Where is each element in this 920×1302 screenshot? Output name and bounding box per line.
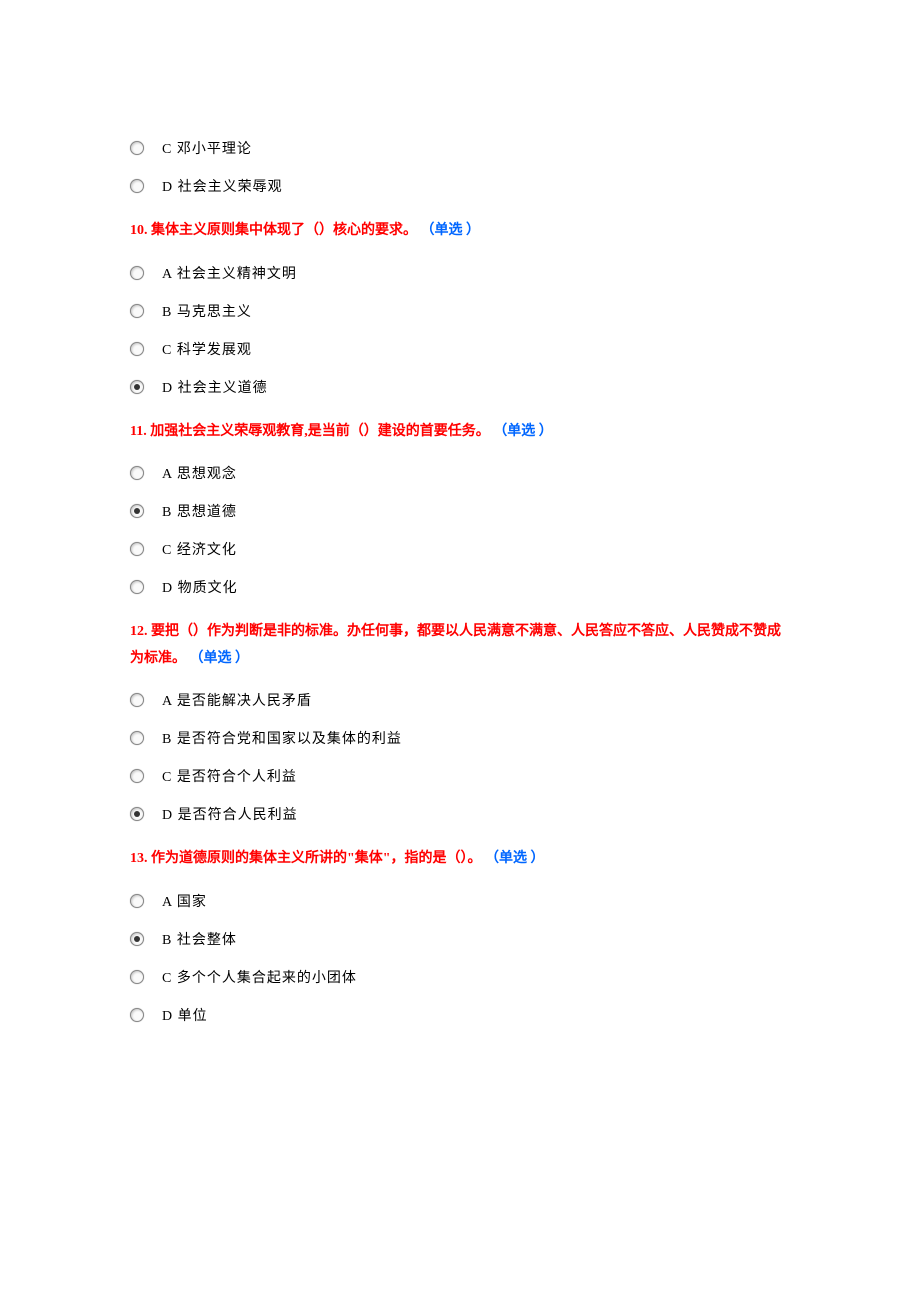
question-10: 10. 集体主义原则集中体现了（）核心的要求。 （单选 ）	[130, 218, 790, 245]
option-text: A 思想观念	[162, 463, 237, 483]
question-type: （单选 ）	[485, 851, 545, 866]
question-text: 作为道德原则的集体主义所讲的"集体"，指的是（）。	[151, 851, 482, 866]
question-type: （单选 ）	[421, 223, 481, 238]
question-number: 10.	[130, 223, 148, 238]
radio-icon[interactable]	[130, 504, 144, 518]
option-text: B 马克思主义	[162, 301, 252, 321]
option-text: A 是否能解决人民矛盾	[162, 690, 312, 710]
option-row: C 经济文化	[130, 539, 790, 559]
option-row: B 马克思主义	[130, 301, 790, 321]
question-text: 集体主义原则集中体现了（）核心的要求。	[151, 223, 417, 238]
option-text: D 物质文化	[162, 577, 238, 597]
radio-icon[interactable]	[130, 894, 144, 908]
radio-icon[interactable]	[130, 769, 144, 783]
radio-icon[interactable]	[130, 693, 144, 707]
radio-icon[interactable]	[130, 466, 144, 480]
question-type: （单选 ）	[493, 424, 553, 439]
option-row: B 是否符合党和国家以及集体的利益	[130, 728, 790, 748]
option-row: B 社会整体	[130, 929, 790, 949]
radio-icon[interactable]	[130, 179, 144, 193]
option-text: C 经济文化	[162, 539, 237, 559]
option-row: A 社会主义精神文明	[130, 263, 790, 283]
question-11: 11. 加强社会主义荣辱观教育,是当前（）建设的首要任务。 （单选 ）	[130, 419, 790, 446]
radio-icon[interactable]	[130, 266, 144, 280]
radio-icon[interactable]	[130, 807, 144, 821]
option-row: C 是否符合个人利益	[130, 766, 790, 786]
option-row: A 国家	[130, 891, 790, 911]
option-text: C 邓小平理论	[162, 138, 252, 158]
option-text: B 是否符合党和国家以及集体的利益	[162, 728, 402, 748]
option-text: A 国家	[162, 891, 207, 911]
question-number: 13.	[130, 851, 148, 866]
option-text: C 是否符合个人利益	[162, 766, 297, 786]
radio-icon[interactable]	[130, 731, 144, 745]
option-text: D 单位	[162, 1005, 208, 1025]
radio-icon[interactable]	[130, 1008, 144, 1022]
option-text: A 社会主义精神文明	[162, 263, 297, 283]
option-text: C 多个个人集合起来的小团体	[162, 967, 357, 987]
radio-icon[interactable]	[130, 304, 144, 318]
option-row: D 社会主义道德	[130, 377, 790, 397]
radio-icon[interactable]	[130, 970, 144, 984]
option-text: B 社会整体	[162, 929, 237, 949]
radio-icon[interactable]	[130, 542, 144, 556]
radio-icon[interactable]	[130, 932, 144, 946]
option-text: D 社会主义荣辱观	[162, 176, 283, 196]
option-row: D 物质文化	[130, 577, 790, 597]
page-content: C 邓小平理论 D 社会主义荣辱观 10. 集体主义原则集中体现了（）核心的要求…	[0, 0, 920, 1103]
option-row: A 是否能解决人民矛盾	[130, 690, 790, 710]
option-text: C 科学发展观	[162, 339, 252, 359]
radio-icon[interactable]	[130, 580, 144, 594]
option-row: D 单位	[130, 1005, 790, 1025]
radio-icon[interactable]	[130, 342, 144, 356]
question-12: 12. 要把（）作为判断是非的标准。办任何事，都要以人民满意不满意、人民答应不答…	[130, 619, 790, 672]
option-row: A 思想观念	[130, 463, 790, 483]
option-row: B 思想道德	[130, 501, 790, 521]
radio-icon[interactable]	[130, 380, 144, 394]
option-row: D 是否符合人民利益	[130, 804, 790, 824]
question-text: 加强社会主义荣辱观教育,是当前（）建设的首要任务。	[150, 424, 490, 439]
option-row: C 邓小平理论	[130, 138, 790, 158]
option-text: D 社会主义道德	[162, 377, 268, 397]
question-13: 13. 作为道德原则的集体主义所讲的"集体"，指的是（）。 （单选 ）	[130, 846, 790, 873]
radio-icon[interactable]	[130, 141, 144, 155]
orphan-options: C 邓小平理论 D 社会主义荣辱观	[130, 138, 790, 196]
option-row: D 社会主义荣辱观	[130, 176, 790, 196]
question-number: 11.	[130, 424, 147, 439]
question-number: 12.	[130, 624, 148, 639]
question-type: （单选 ）	[190, 651, 250, 666]
option-row: C 科学发展观	[130, 339, 790, 359]
option-text: B 思想道德	[162, 501, 237, 521]
option-text: D 是否符合人民利益	[162, 804, 298, 824]
option-row: C 多个个人集合起来的小团体	[130, 967, 790, 987]
